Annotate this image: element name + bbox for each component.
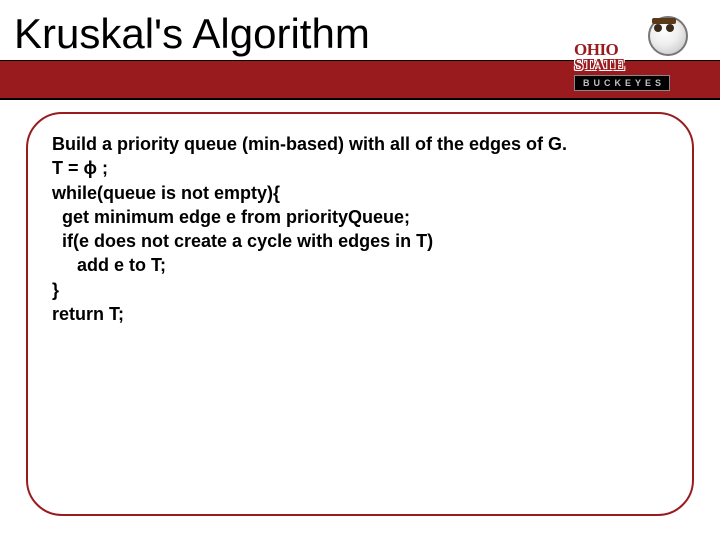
logo-sub: BUCKEYES bbox=[574, 75, 670, 91]
code-line: return T; bbox=[52, 304, 124, 324]
code-line: Build a priority queue (min-based) with … bbox=[52, 134, 567, 154]
content-box: Build a priority queue (min-based) with … bbox=[26, 112, 694, 516]
code-line: T = ϕ ; bbox=[52, 158, 108, 178]
slide: Kruskal's Algorithm OHIO STATE BUCKEYES … bbox=[0, 0, 720, 540]
pseudocode: Build a priority queue (min-based) with … bbox=[52, 132, 668, 326]
logo-line2: STATE bbox=[574, 55, 625, 74]
code-line: while(queue is not empty){ bbox=[52, 183, 280, 203]
code-line: } bbox=[52, 280, 59, 300]
code-line: get minimum edge e from priorityQueue; bbox=[52, 207, 410, 227]
ohio-state-logo: OHIO STATE BUCKEYES bbox=[574, 8, 704, 102]
logo-wordmark: OHIO STATE BUCKEYES bbox=[574, 42, 704, 91]
code-line: add e to T; bbox=[52, 255, 166, 275]
code-line: if(e does not create a cycle with edges … bbox=[52, 231, 433, 251]
